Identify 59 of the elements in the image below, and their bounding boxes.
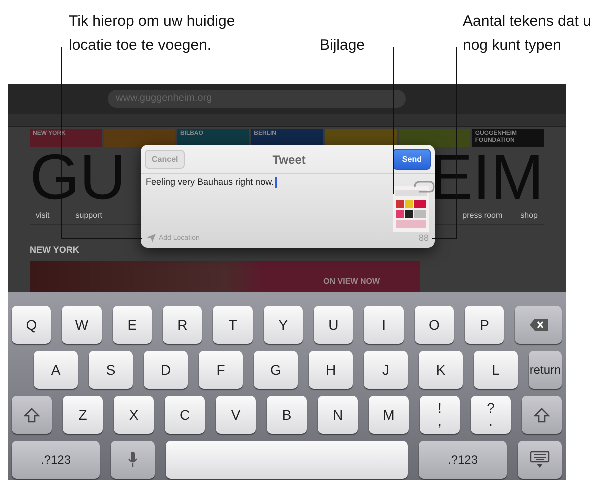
keyboard-key[interactable]: .?123 (419, 441, 507, 479)
keyboard-key[interactable]: ! , (420, 396, 460, 434)
keyboard-key[interactable]: K (419, 351, 463, 389)
keyboard-key[interactable]: .?123 (12, 441, 100, 479)
keyboard-key[interactable]: R (163, 306, 202, 344)
keyboard-key[interactable]: return (529, 351, 562, 389)
shift-arrow-icon (534, 408, 550, 422)
dictation-key[interactable] (111, 441, 155, 479)
keyboard-key[interactable]: W (62, 306, 102, 344)
shift-arrow-icon (24, 408, 40, 422)
character-count: 88 (418, 233, 429, 243)
keyboard-key[interactable]: H (309, 351, 353, 389)
nav-link[interactable]: shop (520, 211, 538, 220)
keyboard-key[interactable]: M (369, 396, 409, 434)
keyboard-key[interactable]: E (112, 306, 152, 344)
callout-text: Tik hierop om uw huidige locatie toe te voegen. (69, 12, 236, 56)
hide-keyboard-key[interactable] (518, 441, 562, 479)
nav-link[interactable]: support (76, 211, 102, 220)
paperclip-icon (413, 181, 435, 193)
text-cursor (275, 177, 277, 188)
keyboard-icon (530, 451, 550, 469)
delete-icon (530, 319, 548, 331)
section-heading: NEW YORK (30, 244, 80, 257)
nav-link[interactable]: visit (36, 211, 50, 220)
keyboard-key[interactable]: D (144, 351, 188, 389)
send-button[interactable]: Send (393, 149, 431, 170)
microphone-icon (128, 452, 138, 468)
location-arrow-icon (147, 234, 156, 242)
keyboard-key[interactable]: V (216, 396, 256, 434)
keyboard-key[interactable]: T (213, 306, 253, 344)
keyboard-key[interactable]: Q (12, 306, 52, 344)
keyboard-key[interactable]: B (267, 396, 307, 434)
keyboard-key[interactable]: C (165, 396, 205, 434)
banner-text: ON VIEW NOW (324, 276, 380, 286)
city-tab[interactable] (398, 129, 470, 147)
keyboard-key[interactable]: Z (63, 396, 103, 434)
nav-link[interactable]: press room (462, 211, 503, 220)
keyboard-key[interactable]: I (364, 306, 404, 344)
keyboard-key[interactable]: N (318, 396, 358, 434)
keyboard-key[interactable]: G (254, 351, 298, 389)
keyboard-key[interactable]: A (34, 351, 78, 389)
keyboard-key[interactable]: J (364, 351, 408, 389)
tweet-text[interactable]: Feeling very Bauhaus right now. (146, 177, 274, 187)
city-tab[interactable] (104, 129, 176, 147)
keyboard-key[interactable]: O (414, 306, 454, 344)
callout-text: Aantal tekens dat u nog kunt typen (463, 12, 592, 56)
keyboard-key[interactable]: Y (264, 306, 304, 344)
callout-text: Bijlage (320, 36, 366, 56)
keyboard-key[interactable]: X (114, 396, 154, 434)
keyboard-key[interactable]: ? . (471, 396, 511, 434)
dialog-title: Tweet (272, 152, 306, 166)
keyboard-key[interactable]: S (89, 351, 133, 389)
delete-key[interactable] (515, 306, 562, 344)
shift-key[interactable] (12, 396, 52, 434)
keyboard-key[interactable]: L (474, 351, 518, 389)
keyboard-key[interactable]: F (199, 351, 243, 389)
keyboard-key[interactable]: P (465, 306, 504, 344)
shift-key[interactable] (522, 396, 562, 434)
keyboard-key[interactable]: U (314, 306, 354, 344)
